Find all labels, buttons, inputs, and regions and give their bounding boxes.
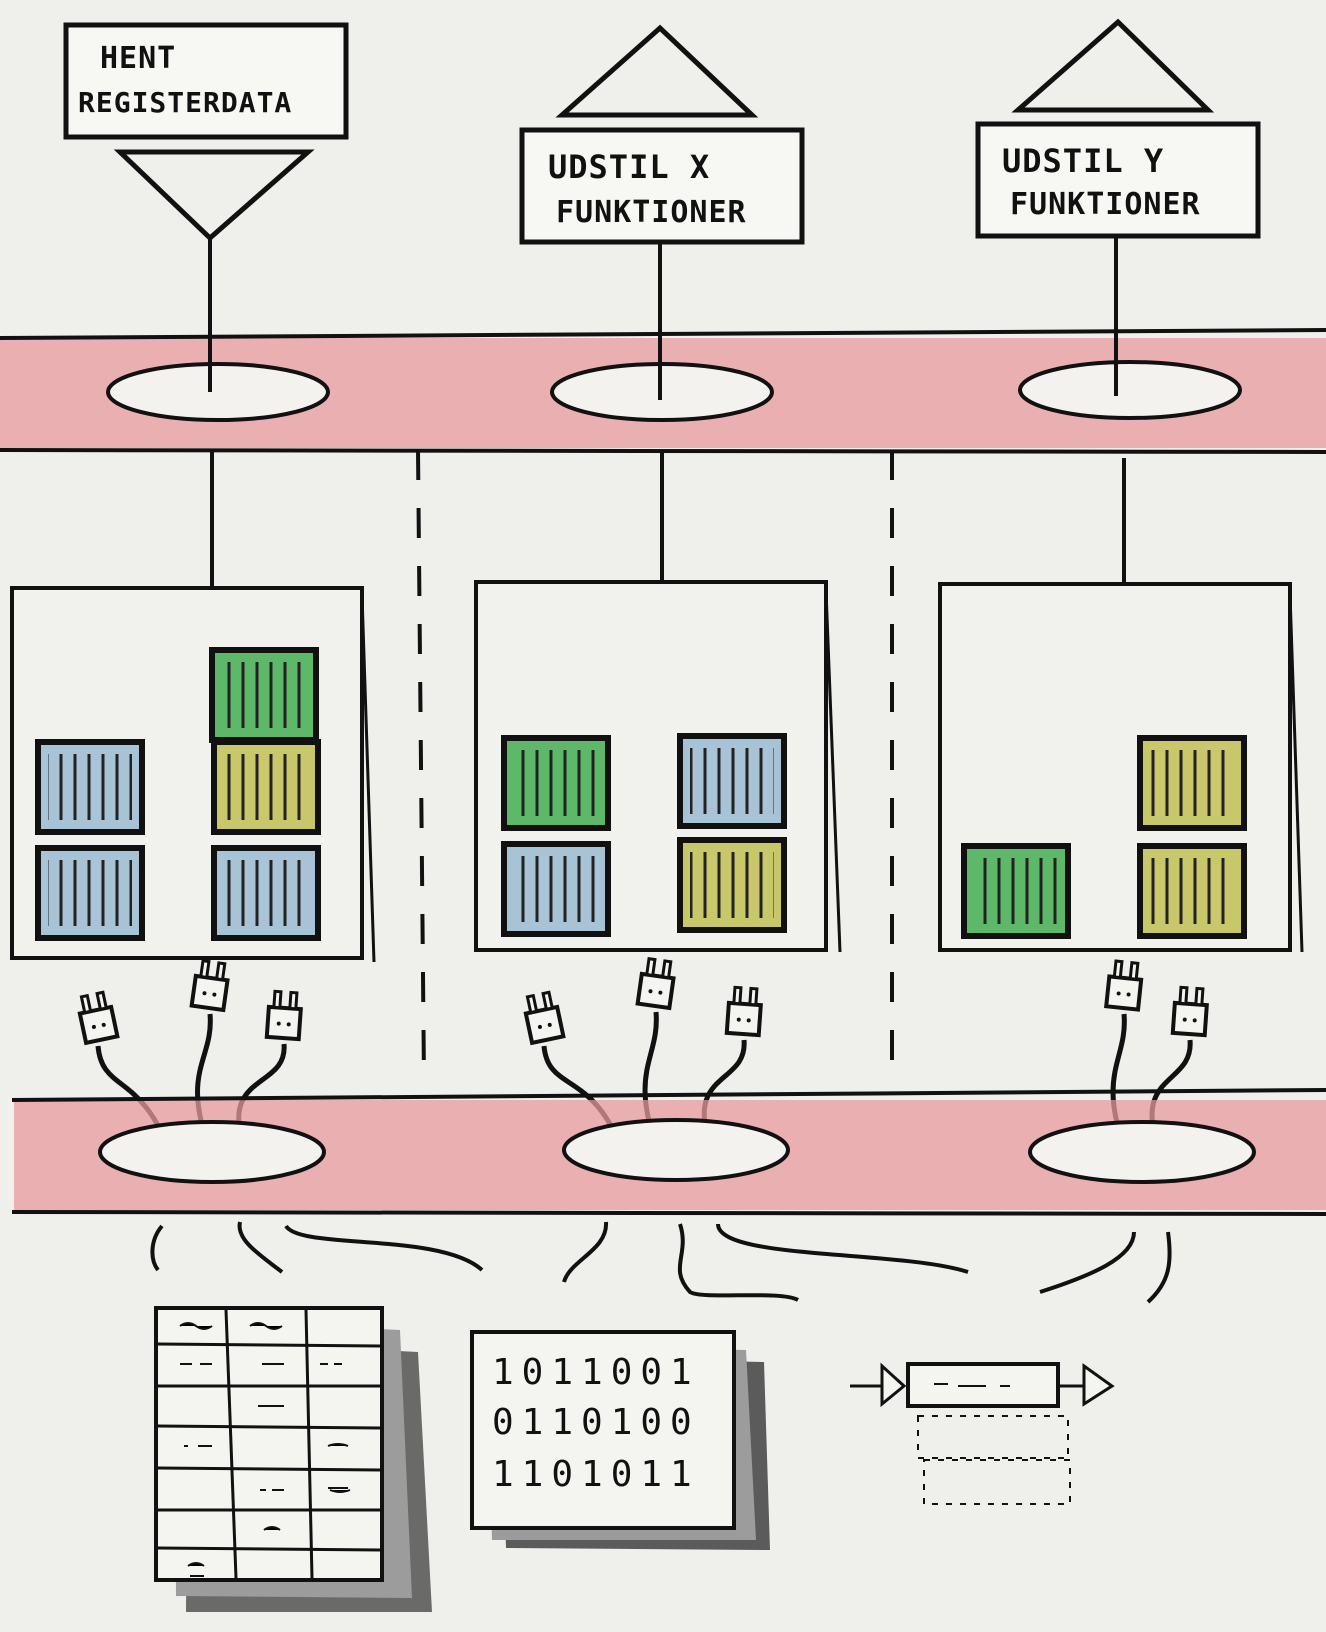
plug-icon (724, 985, 763, 1038)
plug-icon (635, 957, 676, 1011)
module-frame-shadow (824, 589, 842, 953)
output-cable (562, 1221, 609, 1283)
plug-icon (189, 959, 230, 1013)
arrow-in-icon (880, 1362, 907, 1408)
socket-ellipse (562, 1118, 790, 1182)
socket-ellipse (106, 362, 330, 422)
band-bottom-line (11, 1210, 1326, 1216)
storage-cube-stripes (514, 856, 598, 922)
plug-icon (1104, 959, 1144, 1012)
output-cable (237, 1221, 284, 1274)
plug-icon (1170, 985, 1209, 1038)
socket-ellipse (1018, 360, 1242, 420)
storage-cube-stripes (514, 750, 598, 816)
module-3 (938, 582, 1304, 953)
triangle-icon (1011, 18, 1215, 113)
service-label-line2: FUNKTIONER (1010, 187, 1201, 222)
service-label-line2: REGISTERDATA (78, 86, 292, 119)
service-label-line1: HENT (100, 41, 176, 76)
lower-integration-band (11, 1088, 1326, 1216)
storage-cube-stripes (1150, 858, 1234, 924)
plug-icon (77, 990, 120, 1046)
output-cable (716, 1223, 969, 1274)
storage-cube-stripes (690, 748, 774, 814)
band-bottom-line (0, 448, 1326, 454)
table-document-icon (154, 1306, 432, 1612)
queued-message (923, 1459, 1071, 1505)
storage-cube-stripes (1150, 750, 1234, 816)
socket-ellipse (98, 1120, 326, 1184)
plug-icon (523, 990, 566, 1046)
arrow-out-icon (1082, 1363, 1115, 1407)
dashed-separator (416, 449, 426, 1081)
service-label-line1: UDSTIL X (548, 148, 710, 186)
architecture-diagram: HENT REGISTERDATA UDSTIL X FUNKTIONER UD… (0, 0, 1326, 1632)
storage-cube-stripes (224, 754, 308, 820)
upper-integration-band (0, 328, 1326, 454)
diagram-canvas: HENT REGISTERDATA UDSTIL X FUNKTIONER UD… (0, 18, 1326, 1612)
storage-cube-stripes (690, 852, 774, 918)
storage-cube-stripes (974, 858, 1058, 924)
module-1 (10, 586, 376, 963)
output-cable (150, 1224, 164, 1272)
band-top-line (11, 1088, 1326, 1102)
service-label-line1: UDSTIL Y (1002, 142, 1164, 180)
module-2 (474, 580, 842, 953)
binary-row: 1011001 (492, 1352, 700, 1393)
output-cables (150, 1221, 1172, 1304)
binary-row: 0110100 (492, 1402, 700, 1443)
doc-sheet (154, 1306, 384, 1582)
output-cable (284, 1224, 484, 1272)
storage-cube-stripes (222, 662, 306, 728)
binary-document-icon: 1011001 0110100 1101011 (470, 1330, 770, 1550)
plug-icon (264, 989, 303, 1042)
binary-row: 1101011 (492, 1454, 700, 1495)
storage-cube-stripes (48, 754, 132, 820)
service-label-line2: FUNKTIONER (556, 195, 747, 230)
storage-cube-stripes (224, 860, 308, 926)
output-cable (1146, 1231, 1172, 1304)
socket-ellipse (1028, 1120, 1256, 1184)
output-cable (677, 1223, 799, 1302)
storage-cube-stripes (48, 860, 132, 926)
triangle-icon (555, 24, 759, 118)
required-interface-icon (113, 149, 315, 242)
output-cable (1039, 1231, 1136, 1294)
message-stream-icon (850, 1362, 1115, 1505)
queued-message (917, 1415, 1069, 1459)
band-top-line (0, 328, 1326, 340)
